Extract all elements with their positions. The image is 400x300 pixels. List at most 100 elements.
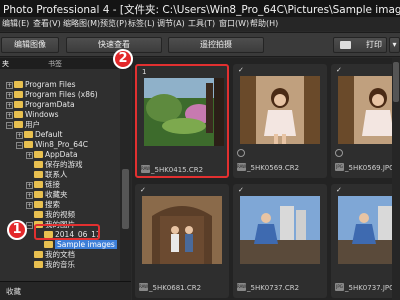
thumbnail-image (144, 78, 224, 146)
folder-panel: 夹 书签 + Program Files + Program Files (x86)… (0, 58, 131, 300)
folder-highlight-box (34, 224, 100, 240)
favorites-bar[interactable]: 收藏 (0, 281, 131, 300)
check-icon: ✓ (336, 66, 342, 74)
expand-icon[interactable]: + (26, 152, 33, 159)
thumbnail-cell[interactable]: 1 RAW _5HK0415.CR2 (135, 64, 229, 178)
collapse-icon[interactable]: − (6, 122, 13, 129)
quick-check-button[interactable]: 快速查看 (66, 37, 162, 53)
tree-node[interactable]: 我的文档 (34, 250, 75, 260)
jpg-badge-icon: JPG (335, 163, 344, 171)
folder-icon (34, 151, 43, 158)
menu-tools[interactable]: 工具(T) (188, 18, 215, 29)
print-label: 打印 (366, 40, 382, 49)
folder-icon (34, 211, 43, 218)
menu-edit[interactable]: 编辑(E) (2, 18, 29, 29)
title-bar: Photo Professional 4 - [文件夹: C:\Users\Wi… (0, 0, 400, 17)
tree-node[interactable]: + AppData (26, 150, 78, 160)
menu-help[interactable]: 帮助(H) (250, 18, 278, 29)
tree-node[interactable]: + Program Files (6, 80, 76, 90)
collapse-icon[interactable]: − (26, 222, 33, 229)
folder-icon (34, 181, 43, 188)
tree-node[interactable]: + 链接 (26, 180, 60, 190)
print-button[interactable]: 打印 (333, 37, 387, 53)
rotate-icon[interactable] (237, 149, 245, 157)
folder-icon (14, 81, 23, 88)
thumbnail-image (240, 196, 320, 264)
check-icon: ✓ (238, 66, 244, 74)
thumbnail-cell[interactable]: ✓ RAW _5HK0569.CR2 (233, 64, 327, 178)
tree-node-selected[interactable]: Sample images (44, 240, 117, 250)
tree-node[interactable]: 联系人 (34, 170, 68, 180)
thumbnail-cell[interactable]: ✓ JPG _5HK0737.JPG (331, 184, 400, 298)
tree-node[interactable]: − 用户 (6, 120, 40, 130)
tree-scrollbar[interactable] (120, 69, 131, 281)
tree-node[interactable]: 保存的游戏 (34, 160, 83, 170)
callout-one: 1 (7, 220, 27, 240)
menu-view[interactable]: 查看(V) (33, 18, 61, 29)
expand-icon[interactable]: + (16, 132, 23, 139)
folder-icon (34, 261, 43, 268)
thumbnail-filename: _5HK0681.CR2 (149, 284, 202, 292)
tab-bookmarks[interactable]: 书签 (48, 59, 62, 69)
menu-thumbnail[interactable]: 缩略图(M) (63, 18, 100, 29)
expand-icon[interactable]: + (26, 182, 33, 189)
thumbnail-image (338, 76, 400, 144)
menu-preview[interactable]: 预览(P) (100, 18, 127, 29)
tree-node[interactable]: 我的视频 (34, 210, 75, 220)
thumbnail-number: 1 (142, 68, 147, 76)
menu-window[interactable]: 窗口(W) (219, 18, 249, 29)
folder-icon (24, 131, 33, 138)
folder-icon (34, 201, 43, 208)
scrollbar-thumb[interactable] (122, 169, 129, 229)
expand-icon[interactable]: + (26, 202, 33, 209)
remote-shoot-button[interactable]: 遥控拍摄 (168, 37, 264, 53)
tree-node[interactable]: + Program Files (x86) (6, 90, 98, 100)
panel-tabs: 夹 书签 (0, 58, 131, 69)
folder-icon (34, 171, 43, 178)
raw-badge-icon: RAW (237, 283, 247, 291)
thumbnail-cell[interactable]: ✓ RAW _5HK0681.CR2 (135, 184, 229, 298)
jpg-badge-icon: JPG (335, 283, 344, 291)
folder-icon (14, 91, 23, 98)
chevron-down-icon: ▾ (392, 40, 397, 49)
check-icon: ✓ (140, 186, 146, 194)
menu-adjust[interactable]: 调节(A) (157, 18, 185, 29)
expand-icon[interactable]: + (6, 82, 13, 89)
check-icon: ✓ (238, 186, 244, 194)
tree-node[interactable]: + 收藏夹 (26, 190, 68, 200)
thumbnail-filename: _5HK0737.JPG (345, 284, 395, 292)
thumbnail-filename: _5HK0569.JPG (345, 164, 395, 172)
tab-folders[interactable]: 夹 (2, 59, 9, 69)
menu-label[interactable]: 标签(L) (128, 18, 155, 29)
rotate-icon[interactable] (335, 149, 343, 157)
tree-node[interactable]: + Default (16, 130, 62, 140)
edit-image-button[interactable]: 编辑图像 (1, 37, 59, 53)
window-title: Photo Professional 4 - [文件夹: C:\Users\Wi… (3, 4, 400, 16)
printer-icon (340, 41, 351, 49)
check-icon: ✓ (336, 186, 342, 194)
grid-scrollbar[interactable] (392, 58, 400, 300)
folder-icon (34, 251, 43, 258)
menu-bar: 编辑(E) 查看(V) 缩略图(M) 预览(P) 标签(L) 调节(A) 工具(… (0, 17, 400, 31)
collapse-icon[interactable]: − (16, 142, 23, 149)
expand-icon[interactable]: + (6, 92, 13, 99)
expand-icon[interactable]: + (26, 192, 33, 199)
tree-node[interactable]: + Windows (6, 110, 58, 120)
toolbar-dropdown-button[interactable]: ▾ (389, 37, 400, 53)
tree-node[interactable]: − Win8_Pro_64C (16, 140, 88, 150)
tree-node[interactable]: + 搜索 (26, 200, 60, 210)
folder-icon (24, 141, 33, 148)
tree-node[interactable]: 我的音乐 (34, 260, 75, 270)
raw-badge-icon: RAW (141, 165, 151, 173)
tree-node[interactable]: + ProgramData (6, 100, 75, 110)
thumbnail-cell[interactable]: ✓ JPG _5HK0569.JPG (331, 64, 400, 178)
thumbnail-filename: _5HK0737.CR2 (247, 284, 300, 292)
folder-icon (14, 121, 23, 128)
thumbnail-cell[interactable]: ✓ RAW _5HK0737.CR2 (233, 184, 327, 298)
thumbnail-filename: _5HK0415.CR2 (151, 166, 204, 174)
expand-icon[interactable]: + (6, 102, 13, 109)
thumbnail-grid: 1 RAW _5HK0415.CR2 ✓ RAW _5HK0569.CR2 ✓ … (132, 58, 400, 300)
folder-icon (14, 111, 23, 118)
scrollbar-thumb[interactable] (393, 62, 399, 102)
expand-icon[interactable]: + (6, 112, 13, 119)
